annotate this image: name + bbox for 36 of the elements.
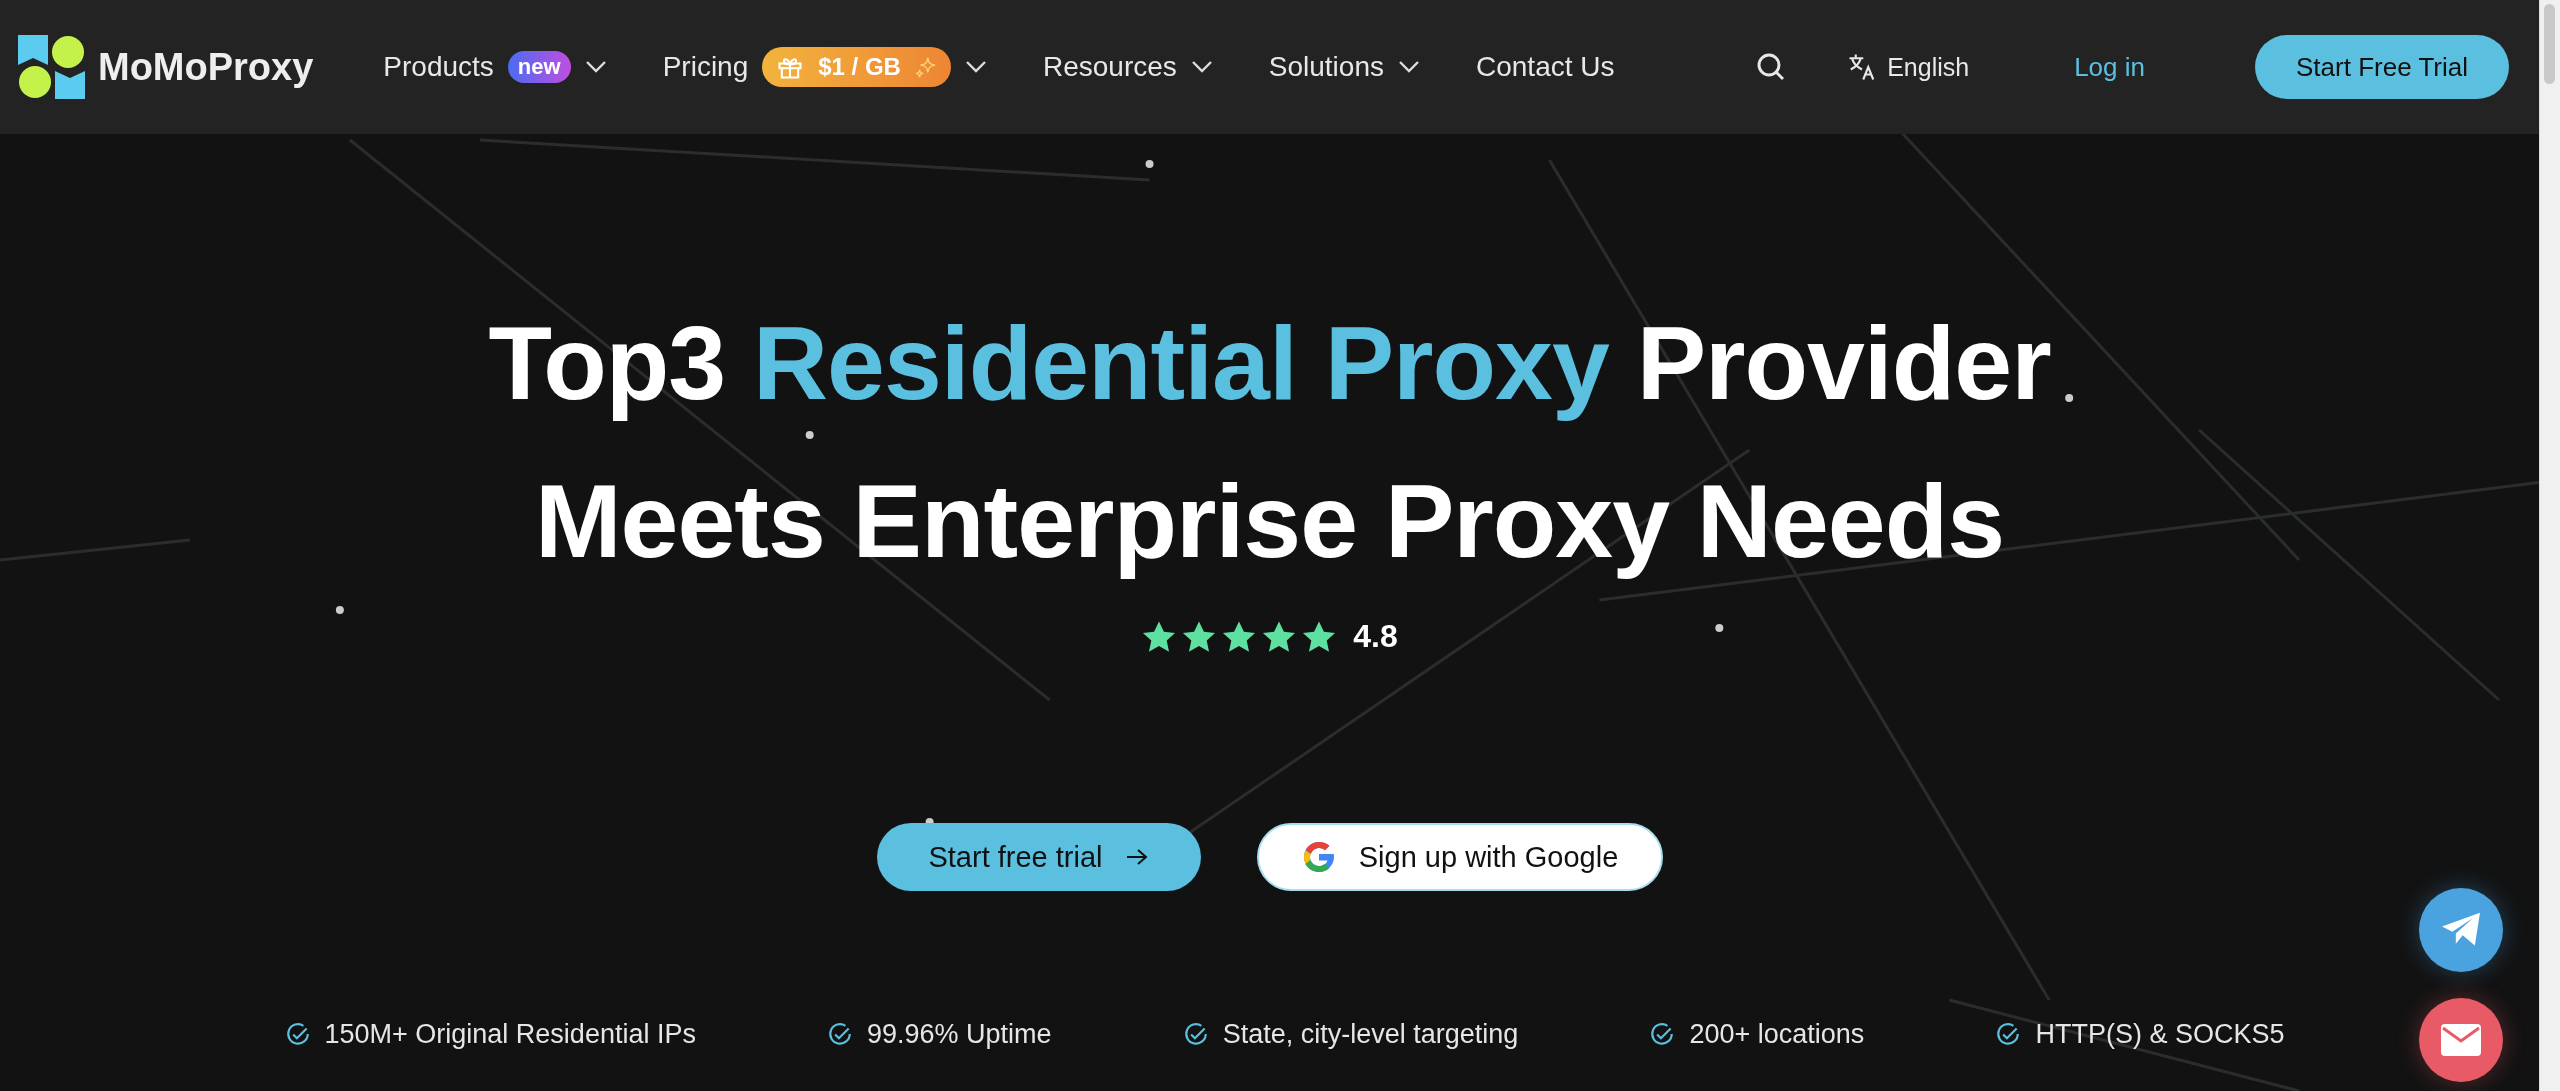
nav-link[interactable]: Resources (1042, 51, 1213, 83)
new-badge: new (507, 51, 571, 83)
chevron-down-icon (1190, 60, 1213, 74)
envelope-icon (2441, 1024, 2481, 1056)
chevron-down-icon (1398, 60, 1420, 74)
feature-text: HTTP(S) & SOCKS5 (2035, 1019, 2285, 1050)
logo-icon (18, 35, 88, 99)
rating-score: 4.8 (1353, 618, 1398, 655)
chevron-down-icon (964, 60, 987, 74)
sparkle-icon (914, 56, 937, 78)
check-circle-icon (1995, 1021, 2022, 1048)
check-circle-icon (284, 1021, 311, 1048)
headline: Top3 Residential Proxy Provider Meets Enterprise Proxy Needs (488, 304, 2051, 581)
check-circle-icon (1182, 1021, 1209, 1048)
start-free-trial-button[interactable]: Start Free Trial (2255, 35, 2509, 99)
check-circle-icon (1649, 1021, 1676, 1048)
login-link[interactable]: Log in (2074, 51, 2145, 83)
nav-link[interactable]: Pricing $1 / GB (662, 47, 987, 87)
google-signup-button[interactable]: Sign up with Google (1256, 823, 1663, 891)
scrollbar[interactable] (2539, 0, 2560, 1091)
chevron-down-icon (584, 60, 607, 74)
arrow-right-icon (1124, 847, 1149, 867)
brand-name: MoMoProxy (98, 45, 314, 89)
email-button[interactable] (2419, 998, 2503, 1082)
price-badge: $1 / GB (762, 47, 951, 87)
nav-link[interactable]: Contact Us (1476, 51, 1615, 83)
nav-link[interactable]: Products new (383, 51, 607, 83)
nav-link[interactable]: Solutions (1268, 51, 1420, 83)
check-circle-icon (827, 1021, 853, 1048)
telegram-button[interactable] (2419, 888, 2503, 972)
feature-text: 200+ locations (1689, 1019, 1865, 1050)
feature-text: 99.96% Uptime (867, 1019, 1052, 1050)
start-trial-button[interactable]: Start free trial (876, 823, 1201, 891)
language-selector[interactable]: English (1847, 52, 1970, 82)
feature-text: State, city-level targeting (1222, 1019, 1519, 1050)
feature-text: 150M+ Original Residential IPs (324, 1019, 696, 1050)
